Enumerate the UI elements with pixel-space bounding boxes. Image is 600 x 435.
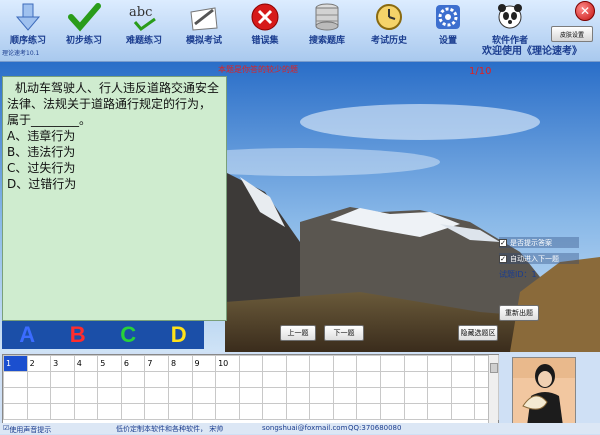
grid-cell — [450, 355, 476, 372]
question-panel: 机动车驾驶人、行人违反道路交通安全法律、法规关于道路通行规定的行为，属于____… — [2, 76, 227, 321]
basic-practice-button[interactable]: 初步练习 — [56, 2, 112, 46]
exam-history-button[interactable]: 考试历史 — [361, 2, 417, 46]
grid-cell[interactable]: 10 — [215, 355, 240, 372]
grid-scrollbar[interactable] — [488, 355, 498, 423]
contact-email: songshuai@foxmail.com — [262, 424, 348, 432]
answer-c-button[interactable]: C — [120, 322, 136, 348]
grid-cell[interactable]: 1 — [3, 355, 28, 372]
app-subtitle: 理论速考10.1 — [2, 50, 40, 57]
exam-history-label: 考试历史 — [370, 36, 407, 46]
basic-practice-label: 初步练习 — [65, 36, 102, 46]
grid-row — [3, 403, 499, 420]
show-answer-check-box[interactable]: ✓ — [499, 238, 507, 247]
grid-cell — [427, 355, 452, 372]
question-text: 机动车驾驶人、行人违反道路交通安全法律、法规关于道路通行规定的行为，属于____… — [7, 81, 220, 127]
welcome-text: 欢迎使用《理论速考》 — [482, 46, 582, 57]
sequential-practice-button[interactable]: 顺序练习 — [0, 2, 56, 46]
question-selector-grid: 1 2 3 4 5 6 7 8 9 10 — [2, 354, 499, 424]
option-b: B、违法行为 — [7, 145, 76, 159]
svg-text:abc: abc — [129, 5, 152, 20]
red-x-icon — [248, 2, 282, 32]
error-set-label: 错误集 — [251, 36, 279, 46]
status-bar: ☑ 使用声音提示 低价定制本软件和各种软件， 宋帅 songshuai@foxm… — [0, 423, 600, 434]
grid-row — [3, 371, 499, 388]
search-bank-button[interactable]: 搜索题库 — [299, 2, 355, 46]
hide-selection-area-button[interactable]: 隐藏选题区 — [458, 325, 498, 341]
option-a: A、违章行为 — [7, 129, 76, 143]
clock-icon — [372, 2, 406, 32]
answer-d-button[interactable]: D — [171, 322, 187, 348]
settings-button[interactable]: 设置 — [420, 2, 476, 46]
hard-practice-label: 难题练习 — [125, 36, 162, 46]
ad-text: 低价定制本软件和各种软件， 宋帅 — [116, 425, 224, 433]
software-author-button[interactable]: 软件作者 — [482, 2, 538, 46]
question-notice: 本题是你答的较少的题 — [218, 65, 298, 74]
grid-row — [3, 387, 499, 404]
show-answer-label: 是否提示答案 — [510, 238, 552, 247]
grid-cell[interactable]: 6 — [120, 355, 146, 372]
close-icon[interactable]: ✕ — [575, 1, 595, 21]
search-bank-label: 搜索题库 — [308, 36, 345, 46]
gear-icon — [431, 2, 465, 32]
checkmark-icon — [67, 2, 101, 32]
next-question-button[interactable]: 下一题 — [324, 325, 364, 341]
grid-cell[interactable]: 7 — [144, 355, 169, 372]
main-toolbar: 顺序练习 初步练习 abc 难题练习 模拟考试 错误集 搜索题库 考试历史 设置… — [0, 0, 600, 62]
panda-icon — [493, 2, 527, 32]
grid-cell — [380, 355, 405, 372]
option-d: D、过错行为 — [7, 177, 77, 191]
grid-cell[interactable]: 3 — [50, 355, 75, 372]
answer-b-button[interactable]: B — [70, 322, 86, 348]
grid-cell[interactable]: 4 — [73, 355, 99, 372]
grid-cell[interactable]: 8 — [167, 355, 193, 372]
grid-cell[interactable]: 2 — [26, 355, 52, 372]
settings-label: 设置 — [438, 36, 457, 46]
mock-exam-button[interactable]: 模拟考试 — [176, 2, 232, 46]
grid-cell[interactable]: 9 — [191, 355, 217, 372]
option-c: C、过失行为 — [7, 161, 76, 175]
restart-questions-button[interactable]: 重新出题 — [499, 305, 539, 321]
abc-spelling-icon: abc — [127, 2, 161, 32]
question-id: 试题ID：1 — [499, 270, 537, 279]
sequential-practice-label: 顺序练习 — [9, 36, 46, 46]
sound-toggle[interactable]: ☑ 使用声音提示 — [3, 424, 51, 434]
grid-cell — [285, 355, 311, 372]
question-progress: 1/10 — [469, 66, 492, 77]
grid-row: 1 2 3 4 5 6 7 8 9 10 — [3, 355, 499, 372]
grid-cell — [332, 355, 358, 372]
mock-exam-label: 模拟考试 — [185, 36, 222, 46]
skin-settings-button[interactable]: 皮肤设置 — [551, 26, 593, 42]
auto-next-check-box[interactable]: ✓ — [499, 254, 507, 263]
down-arrow-icon — [11, 2, 45, 32]
grid-cell — [356, 355, 381, 372]
scrollbar-thumb[interactable] — [490, 363, 498, 373]
contact-qq: QQ:370680080 — [348, 424, 402, 432]
hard-practice-button[interactable]: abc 难题练习 — [116, 2, 172, 46]
answer-a-button[interactable]: A — [19, 322, 35, 348]
error-set-button[interactable]: 错误集 — [237, 2, 293, 46]
grid-cell[interactable]: 5 — [97, 355, 122, 372]
auto-next-label: 自动进入下一题 — [510, 254, 559, 263]
pencil-paper-icon — [187, 2, 221, 32]
show-answer-checkbox[interactable]: ✓ 是否提示答案 — [499, 237, 579, 248]
answer-bar: A B C D — [2, 321, 204, 349]
author-avatar — [512, 357, 576, 425]
grid-cell — [238, 355, 264, 372]
grid-cell — [309, 355, 334, 372]
grid-cell — [262, 355, 287, 372]
grid-cell — [403, 355, 429, 372]
auto-next-checkbox[interactable]: ✓ 自动进入下一题 — [499, 253, 579, 264]
prev-question-button[interactable]: 上一题 — [280, 325, 316, 341]
database-icon — [310, 2, 344, 32]
